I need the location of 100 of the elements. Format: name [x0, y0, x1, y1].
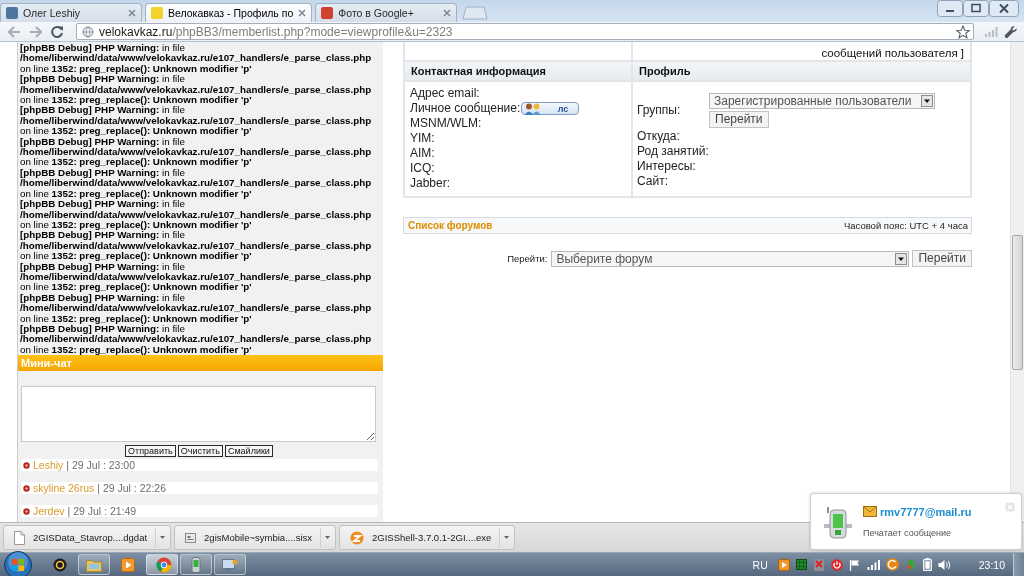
private-message-button[interactable]: лс: [521, 102, 580, 115]
globe-icon: [82, 25, 94, 38]
debug-warning-heading: [phpBB Debug] PHP Warning: in file: [20, 292, 186, 304]
signal-bars-icon[interactable]: [866, 559, 880, 570]
debug-file-path: /home/liberwind/data/www/velokavkaz.ru/e107_handlers/e_parse_class.php: [20, 147, 373, 158]
minimize-icon[interactable]: [937, 0, 963, 17]
debug-warning-detail: on line 1352: preg_replace(): Unknown modifier 'p': [20, 95, 252, 106]
caret-icon[interactable]: [895, 252, 908, 265]
field-label: YIM:: [410, 131, 435, 146]
debug-warning-detail: on line 1352: preg_replace(): Unknown modifier 'p': [20, 282, 252, 293]
download-item[interactable]: 2GISShell-3.7.0.1-2GI....exe: [339, 525, 516, 550]
field-label: ICQ:: [410, 161, 435, 176]
field-label: Группы:: [637, 103, 682, 118]
field-label: Jabber:: [410, 176, 451, 191]
debug-warning-heading: [phpBB Debug] PHP Warning: in file: [20, 136, 185, 147]
minichat-title: Мини-чат: [18, 355, 383, 372]
sender-name[interactable]: rmv7777@mail.ru: [880, 505, 972, 518]
download-item[interactable]: 2GISData_Stavrop....dgdat: [3, 525, 172, 550]
browser-tab[interactable]: Олег Leshiy: [0, 3, 142, 22]
scrollbar-thumb[interactable]: [1012, 235, 1023, 370]
reload-icon[interactable]: [50, 24, 64, 39]
message-time: | 29 Jul : 23:00: [66, 459, 136, 472]
maximize-icon[interactable]: [963, 0, 989, 17]
status-dot-icon: [23, 461, 30, 469]
debug-file-path: /home/liberwind/data/www/velokavkaz.ru/e107_handlers/e_parse_class.php: [20, 334, 373, 345]
chat-button[interactable]: Отправить: [125, 445, 176, 458]
folder-icon: [86, 557, 102, 572]
search-posts-text: сообщений пользователя ]: [821, 46, 964, 60]
message-input[interactable]: [21, 386, 376, 443]
close-icon[interactable]: [989, 0, 1019, 17]
debug-warning-heading: [phpBB Debug] PHP Warning: in file: [20, 230, 186, 241]
debug-file-path: /home/liberwind/data/www/velokavkaz.ru/e107_handlers/e_parse_class.php: [20, 240, 373, 252]
start-orb-icon[interactable]: [4, 550, 32, 576]
message-time: | 29 Jul : 22:26: [97, 482, 166, 495]
chat-button[interactable]: Смайлики: [224, 445, 273, 458]
clock-time[interactable]: 23:10: [978, 558, 1005, 571]
field-label: Сайт:: [637, 174, 668, 189]
wrench-icon[interactable]: [1004, 24, 1018, 39]
file-icon: [14, 530, 25, 545]
go-button[interactable]: Перейти: [709, 111, 769, 128]
browser-icon: [155, 556, 172, 573]
play-icon: [121, 557, 135, 572]
message-time: | 29 Jul : 21:49: [67, 505, 137, 518]
debug-warning-detail: on line 1352: preg_replace(): Unknown modifier 'p': [20, 251, 252, 262]
browser-tab[interactable]: Велокавказ - Профиль по: [145, 3, 313, 22]
speaker-icon[interactable]: [937, 558, 951, 571]
field-label: Адрес email:: [410, 86, 480, 101]
debug-file-path: /home/liberwind/data/www/velokavkaz.ru/e107_handlers/e_parse_class.php: [20, 53, 373, 64]
groups-select[interactable]: Зарегистрированные пользователи: [709, 93, 935, 109]
debug-warning-detail: on line 1352: preg_replace(): Unknown modifier 'p': [20, 126, 252, 137]
debug-warning-detail: on line 1352: preg_replace(): Unknown modifier 'p': [20, 219, 252, 231]
back-icon[interactable]: [6, 24, 22, 39]
go-button[interactable]: Перейти: [912, 250, 972, 267]
language-indicator[interactable]: RU: [752, 558, 768, 571]
debug-warning-heading: [phpBB Debug] PHP Warning: in file: [20, 105, 186, 116]
forward-icon[interactable]: [28, 24, 44, 39]
contact-info-header: Контактная информация: [405, 62, 631, 80]
field-label: Откуда:: [637, 129, 680, 144]
close-icon[interactable]: [443, 9, 452, 17]
disc-icon: [53, 557, 67, 572]
field-label: Род занятий:: [637, 144, 709, 159]
status-dot-icon: [23, 507, 30, 515]
debug-warning-heading: [phpBB Debug] PHP Warning: in file: [20, 261, 185, 272]
chat-button[interactable]: Очистить: [177, 445, 223, 458]
flag-icon[interactable]: [848, 558, 861, 571]
debug-file-path: /home/liberwind/data/www/velokavkaz.ru/e107_handlers/e_parse_class.php: [20, 115, 373, 127]
close-icon[interactable]: [298, 9, 307, 17]
new-tab-icon[interactable]: [462, 6, 489, 20]
package-icon: [185, 532, 197, 543]
field-label: Личное сообщение:: [410, 101, 521, 116]
field-label: AIM:: [410, 146, 435, 161]
field-label: MSNM/WLM:: [410, 116, 482, 131]
url-text: velokavkaz.ru/phpBB3/memberlist.php?mode=viewprofile&u=2323: [99, 24, 454, 39]
close-icon[interactable]: [128, 9, 136, 17]
forum-select[interactable]: Выберите форум: [551, 250, 910, 267]
debug-file-path: /home/liberwind/data/www/velokavkaz.ru/e107_handlers/e_parse_class.php: [20, 209, 373, 220]
play-icon[interactable]: [777, 558, 790, 571]
download-item[interactable]: 2gisMobile~symbia....sisx: [174, 525, 337, 550]
debug-file-path: /home/liberwind/data/www/velokavkaz.ru/e107_handlers/e_parse_class.php: [20, 84, 373, 96]
battery-icon[interactable]: [922, 558, 932, 571]
address-field[interactable]: velokavkaz.ru/phpBB3/memberlist.php?mode=viewprofile&u=2323: [76, 23, 974, 40]
star-icon[interactable]: [956, 24, 970, 39]
swirl-icon[interactable]: [885, 558, 899, 571]
debug-warning-heading: [phpBB Debug] PHP Warning: in file: [20, 199, 186, 210]
grid-square-icon[interactable]: [795, 559, 807, 570]
show-desktop-button[interactable]: [1013, 552, 1024, 576]
computer-icon: [222, 557, 238, 572]
status-dot-icon: [23, 484, 30, 492]
debug-file-path: /home/liberwind/data/www/velokavkaz.ru/e107_handlers/e_parse_class.php: [20, 271, 373, 283]
jump-label: Перейти:: [507, 253, 548, 264]
debug-warning-heading: [phpBB Debug] PHP Warning: in file: [20, 74, 186, 85]
timezone-text: Часовой пояс: UTC + 4 часа: [843, 220, 968, 231]
debug-warning-heading: [phpBB Debug] PHP Warning: in file: [20, 323, 186, 335]
notification-message: Печатает сообщение: [863, 527, 953, 538]
browser-tab[interactable]: Фото в Google+: [315, 3, 458, 22]
debug-file-path: /home/liberwind/data/www/velokavkaz.ru/e107_handlers/e_parse_class.php: [20, 178, 373, 189]
envelope-icon: [863, 506, 877, 517]
caret-icon[interactable]: [921, 95, 933, 107]
power-icon[interactable]: [830, 558, 843, 571]
debug-warning-detail: on line 1352: preg_replace(): Unknown modifier 'p': [20, 313, 252, 324]
